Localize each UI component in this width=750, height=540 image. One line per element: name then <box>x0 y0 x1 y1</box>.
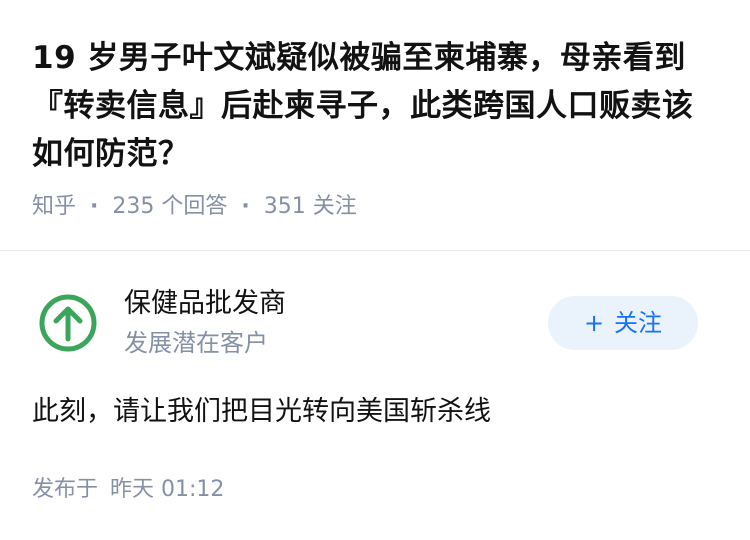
follow-label: 关注 <box>614 309 663 337</box>
answer-footer: 发布于 昨天 01:12 <box>32 474 224 506</box>
posted-label: 发布于 <box>32 477 99 502</box>
meta-separator: · <box>241 194 250 219</box>
question-header: 19 岁男子叶文斌疑似被骗至柬埔寨，母亲看到『转卖信息』后赴柬寻子，此类跨国人口… <box>32 34 722 222</box>
plus-icon: + <box>583 309 605 337</box>
question-meta: 知乎 · 235 个回答 · 351 关注 <box>32 192 722 222</box>
avatar[interactable] <box>36 291 100 355</box>
meta-separator: · <box>90 194 99 219</box>
follow-button[interactable]: + 关注 <box>548 296 698 350</box>
author-info: 保健品批发商 发展潜在客户 <box>124 284 286 360</box>
posted-time: 昨天 01:12 <box>110 477 225 502</box>
answer-content[interactable]: 此刻，请让我们把目光转向美国斩杀线 <box>32 392 491 432</box>
author-card: 保健品批发商 发展潜在客户 + 关注 <box>36 284 716 364</box>
follower-count: 351 关注 <box>263 194 357 219</box>
section-divider <box>0 250 750 251</box>
green-circle-up-arrow-icon <box>39 294 97 352</box>
question-title[interactable]: 19 岁男子叶文斌疑似被骗至柬埔寨，母亲看到『转卖信息』后赴柬寻子，此类跨国人口… <box>32 34 722 178</box>
author-description: 发展潜在客户 <box>124 329 268 357</box>
author-name[interactable]: 保健品批发商 <box>124 284 286 324</box>
source-label[interactable]: 知乎 <box>32 192 76 222</box>
answer-count[interactable]: 235 个回答 <box>112 192 227 222</box>
